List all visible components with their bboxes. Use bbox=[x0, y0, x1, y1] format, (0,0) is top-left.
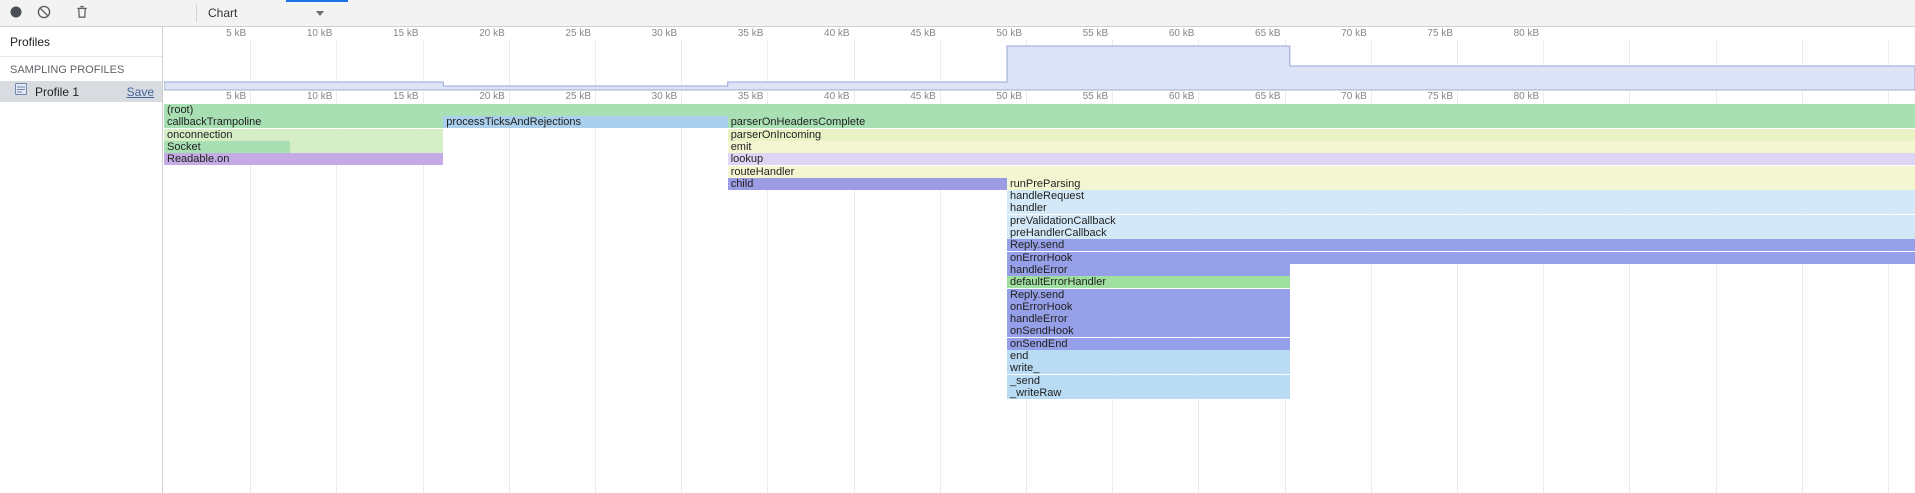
ruler-label: 15 kB bbox=[367, 28, 419, 39]
flame-bar-preValidationCallback[interactable]: preValidationCallback bbox=[1007, 215, 1915, 227]
ruler-label: 55 kB bbox=[1056, 28, 1108, 39]
ruler-label: 30 kB bbox=[625, 91, 677, 102]
flame-bar-handleError[interactable]: handleError bbox=[1007, 264, 1290, 276]
ruler-label: 70 kB bbox=[1315, 91, 1367, 102]
flame-bar-Reply.send[interactable]: Reply.send bbox=[1007, 289, 1290, 301]
ruler-label: 55 kB bbox=[1056, 91, 1108, 102]
flame-bar-callbackTrampoline[interactable]: callbackTrampoline bbox=[164, 116, 443, 128]
ruler-label: 80 kB bbox=[1487, 28, 1539, 39]
view-mode-selected-value: Chart bbox=[208, 6, 237, 20]
sampling-profiles-section-label: SAMPLING PROFILES bbox=[0, 57, 162, 81]
ruler-label: 5 kB bbox=[194, 91, 246, 102]
flame-bar-routeHandler[interactable]: routeHandler bbox=[728, 166, 1915, 178]
ruler-label: 60 kB bbox=[1142, 28, 1194, 39]
ruler-label: 5 kB bbox=[194, 28, 246, 39]
record-icon bbox=[8, 4, 24, 25]
ruler-label: 65 kB bbox=[1229, 91, 1281, 102]
flame-ruler: 5 kB 10 kB 15 kB 20 kB 25 kB 30 kB 35 kB 40 kB 4… bbox=[164, 90, 1915, 104]
delete-profile-button[interactable] bbox=[72, 4, 92, 24]
profile-item[interactable]: Profile 1 Save bbox=[0, 81, 162, 102]
flame-bar-onSendHook[interactable]: onSendHook bbox=[1007, 325, 1290, 337]
flame-bar-handler[interactable]: handler bbox=[1007, 202, 1915, 214]
flame-bar-onErrorHook[interactable]: onErrorHook bbox=[1007, 301, 1290, 313]
record-button[interactable] bbox=[6, 4, 26, 24]
ruler-label: 45 kB bbox=[884, 91, 936, 102]
sidebar-heading: Profiles bbox=[0, 27, 162, 57]
ruler-label: 50 kB bbox=[970, 28, 1022, 39]
flame-bar-parserOnIncoming[interactable]: parserOnIncoming bbox=[728, 129, 1915, 141]
overview-chart[interactable] bbox=[164, 40, 1915, 90]
flame-bar-defaultErrorHandler[interactable]: defaultErrorHandler bbox=[1007, 276, 1290, 288]
ruler-label: 25 kB bbox=[539, 91, 591, 102]
ruler-label: 15 kB bbox=[367, 91, 419, 102]
flame-bar-processTicksAndRejections[interactable]: processTicksAndRejections bbox=[443, 116, 728, 128]
clear-button[interactable] bbox=[34, 4, 54, 24]
overview-ruler: 5 kB 10 kB 15 kB 20 kB 25 kB 30 kB 35 kB 40 kB 4… bbox=[164, 27, 1915, 41]
flame-chart[interactable]: (root)callbackTrampolineprocessTicksAndR… bbox=[164, 104, 1915, 493]
ruler-label: 50 kB bbox=[970, 91, 1022, 102]
flame-bar-_writeRaw[interactable]: _writeRaw bbox=[1007, 387, 1290, 399]
flame-bar-emit[interactable]: emit bbox=[728, 141, 1915, 153]
flame-bar-parserOnHeadersComplete[interactable]: parserOnHeadersComplete bbox=[728, 116, 1915, 128]
ruler-label: 30 kB bbox=[625, 28, 677, 39]
save-link[interactable]: Save bbox=[127, 85, 154, 99]
flame-bar-onSendEnd[interactable]: onSendEnd bbox=[1007, 338, 1290, 350]
flame-bar-lookup[interactable]: lookup bbox=[728, 153, 1915, 165]
ruler-label: 35 kB bbox=[711, 28, 763, 39]
ruler-label: 45 kB bbox=[884, 28, 936, 39]
flame-bar-runPreParsing[interactable]: runPreParsing bbox=[1007, 178, 1915, 190]
flame-bar-Socket[interactable]: Socket bbox=[164, 141, 290, 153]
ruler-label: 70 kB bbox=[1315, 28, 1367, 39]
ruler-label: 75 kB bbox=[1401, 91, 1453, 102]
ruler-label: 10 kB bbox=[280, 28, 332, 39]
flame-bar-write_[interactable]: write_ bbox=[1007, 362, 1290, 374]
profiler-main-panel: 5 kB 10 kB 15 kB 20 kB 25 kB 30 kB 35 kB 40 kB 4… bbox=[164, 27, 1915, 493]
ruler-label: 20 kB bbox=[453, 28, 505, 39]
ruler-label: 35 kB bbox=[711, 91, 763, 102]
ruler-label: 10 kB bbox=[280, 91, 332, 102]
profile-icon bbox=[14, 82, 28, 101]
profile-name: Profile 1 bbox=[35, 85, 120, 99]
ruler-label: 60 kB bbox=[1142, 91, 1194, 102]
view-mode-select[interactable]: Chart bbox=[204, 3, 328, 23]
flame-bar-Readable.on[interactable]: Readable.on bbox=[164, 153, 443, 165]
chevron-down-icon bbox=[316, 11, 324, 16]
flame-bar-child[interactable]: child bbox=[728, 178, 1007, 190]
ruler-label: 25 kB bbox=[539, 28, 591, 39]
clear-icon bbox=[36, 4, 52, 25]
toolbar-separator bbox=[196, 4, 197, 22]
flame-bar-Reply.send[interactable]: Reply.send bbox=[1007, 239, 1915, 251]
ruler-label: 80 kB bbox=[1487, 91, 1539, 102]
flame-bar-handleError[interactable]: handleError bbox=[1007, 313, 1290, 325]
flame-bar-onconnection[interactable]: onconnection bbox=[164, 129, 443, 141]
flame-bar-preHandlerCallback[interactable]: preHandlerCallback bbox=[1007, 227, 1915, 239]
overview-area-path bbox=[164, 46, 1915, 90]
ruler-label: 40 kB bbox=[798, 91, 850, 102]
active-tab-indicator bbox=[286, 0, 348, 2]
profiler-toolbar: Chart bbox=[0, 0, 1915, 27]
ruler-label: 75 kB bbox=[1401, 28, 1453, 39]
flame-bar-_send[interactable]: _send bbox=[1007, 375, 1290, 387]
trash-icon bbox=[74, 4, 90, 25]
flame-bar-handleRequest[interactable]: handleRequest bbox=[1007, 190, 1915, 202]
profiles-sidebar: Profiles SAMPLING PROFILES Profile 1 Sav… bbox=[0, 27, 163, 493]
flame-bar[interactable] bbox=[290, 141, 443, 153]
ruler-label: 20 kB bbox=[453, 91, 505, 102]
ruler-label: 65 kB bbox=[1229, 28, 1281, 39]
ruler-label: 40 kB bbox=[798, 28, 850, 39]
flame-bar-onErrorHook[interactable]: onErrorHook bbox=[1007, 252, 1915, 264]
flame-bar-(root)[interactable]: (root) bbox=[164, 104, 1915, 116]
flame-bar-end[interactable]: end bbox=[1007, 350, 1290, 362]
